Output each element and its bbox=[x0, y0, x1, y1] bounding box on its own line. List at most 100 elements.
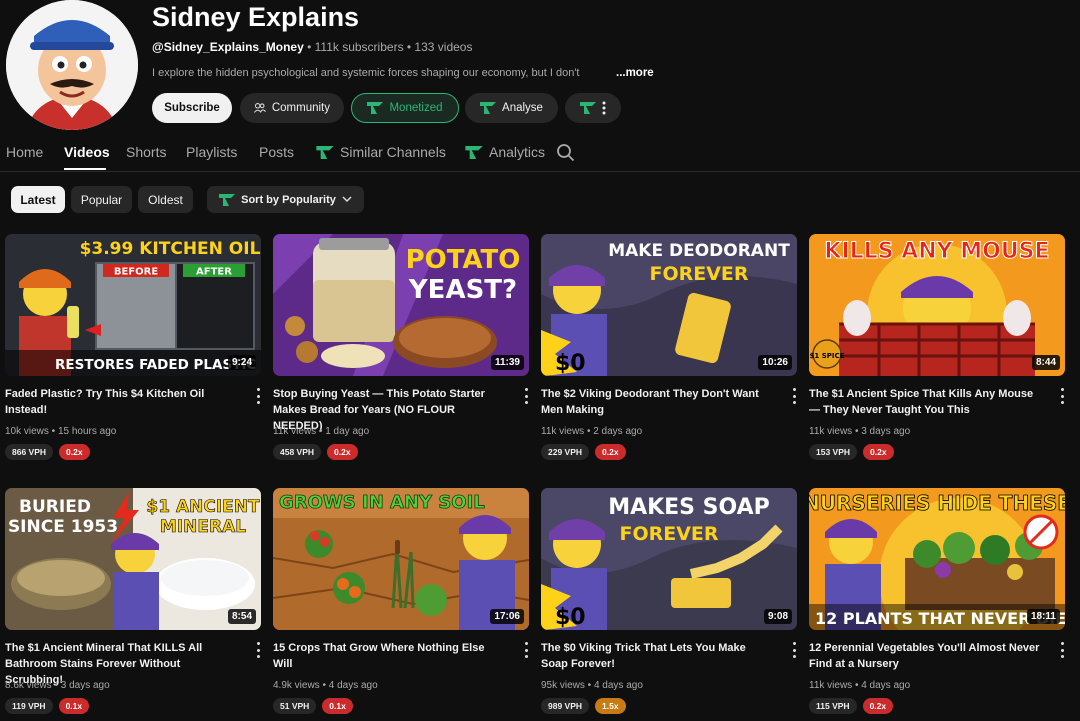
community-button[interactable]: Community bbox=[240, 93, 344, 123]
thumb-text: $0 bbox=[555, 351, 586, 376]
video-menu-button[interactable] bbox=[1057, 388, 1067, 404]
video-badges: 989 VPH 1.5x bbox=[541, 698, 626, 714]
analyse-button[interactable]: Analyse bbox=[465, 93, 558, 123]
tab-shorts[interactable]: Shorts bbox=[126, 144, 166, 160]
video-meta: 11k views • 2 days ago bbox=[541, 426, 643, 437]
video-title[interactable]: 12 Perennial Vegetables You'll Almost Ne… bbox=[809, 640, 1041, 672]
thumb-text: $1 SPICE bbox=[810, 352, 845, 360]
channel-stats: • 111k subscribers • 133 videos bbox=[303, 40, 473, 54]
video-thumbnail[interactable]: GROWS IN ANY SOIL 17:06 bbox=[273, 488, 529, 630]
video-card[interactable]: $1 SPICE KILLS ANY MOUSE 8:44 The $1 Anc… bbox=[809, 234, 1065, 460]
video-badges: 458 VPH 0.2x bbox=[273, 444, 358, 460]
video-menu-button[interactable] bbox=[521, 642, 531, 658]
video-menu-button[interactable] bbox=[789, 388, 799, 404]
channel-name: Sidney Explains bbox=[152, 2, 360, 32]
video-card[interactable]: $0 MAKES SOAP FOREVER 9:08 The $0 Viking… bbox=[541, 488, 797, 714]
extension-logo-icon bbox=[480, 102, 497, 114]
video-title[interactable]: 15 Crops That Grow Where Nothing Else Wi… bbox=[273, 640, 505, 672]
extension-logo-icon bbox=[316, 145, 334, 159]
search-icon bbox=[557, 144, 575, 162]
video-meta: 95k views • 4 days ago bbox=[541, 680, 643, 691]
vph-badge: 989 VPH bbox=[541, 698, 590, 714]
video-thumbnail[interactable]: $0 MAKES SOAP FOREVER 9:08 bbox=[541, 488, 797, 630]
video-duration: 8:44 bbox=[1031, 355, 1060, 370]
channel-avatar[interactable] bbox=[6, 0, 138, 130]
video-meta: 4.9k views • 4 days ago bbox=[273, 680, 378, 691]
video-thumbnail[interactable]: BEFORE AFTER $3.99 KITCHEN OIL RESTORES … bbox=[5, 234, 261, 376]
chip-popular[interactable]: Popular bbox=[71, 186, 132, 213]
video-card[interactable]: BEFORE AFTER $3.99 KITCHEN OIL RESTORES … bbox=[5, 234, 261, 460]
video-title[interactable]: The $2 Viking Deodorant They Don't Want … bbox=[541, 386, 773, 418]
thumb-text: BURIED bbox=[19, 497, 91, 517]
video-title[interactable]: Faded Plastic? Try This $4 Kitchen Oil I… bbox=[5, 386, 237, 418]
video-card[interactable]: BURIED SINCE 1953 $1 ANCIENT MINERAL 8:5… bbox=[5, 488, 261, 714]
video-title[interactable]: The $0 Viking Trick That Lets You Make S… bbox=[541, 640, 773, 672]
channel-description: I explore the hidden psychological and s… bbox=[152, 67, 580, 79]
ratio-badge: 0.1x bbox=[58, 698, 90, 714]
sort-by-popularity-button[interactable]: Sort by Popularity bbox=[207, 186, 364, 213]
video-menu-button[interactable] bbox=[253, 642, 263, 658]
video-menu-button[interactable] bbox=[253, 388, 263, 404]
tab-videos[interactable]: Videos bbox=[64, 144, 110, 160]
thumb-text: FOREVER bbox=[619, 523, 718, 545]
video-meta: 11k views • 3 days ago bbox=[809, 426, 911, 437]
extension-logo-icon bbox=[580, 102, 596, 114]
extension-logo-icon bbox=[367, 102, 384, 114]
video-thumbnail[interactable]: $0 MAKE DEODORANT FOREVER 10:26 bbox=[541, 234, 797, 376]
vph-badge: 119 VPH bbox=[5, 698, 53, 714]
monetized-badge[interactable]: Monetized bbox=[351, 93, 459, 123]
tab-home[interactable]: Home bbox=[6, 144, 43, 160]
tab-playlists[interactable]: Playlists bbox=[186, 144, 237, 160]
tab-analytics[interactable]: Analytics bbox=[465, 144, 545, 160]
vph-badge: 229 VPH bbox=[541, 444, 590, 460]
chip-latest[interactable]: Latest bbox=[11, 186, 65, 213]
thumb-text: YEAST? bbox=[408, 275, 517, 305]
video-duration: 18:11 bbox=[1026, 609, 1060, 624]
thumb-text: $3.99 KITCHEN OIL bbox=[80, 239, 261, 259]
thumb-text: MAKE DEODORANT bbox=[608, 241, 790, 261]
vph-badge: 153 VPH bbox=[809, 444, 858, 460]
tabs-divider bbox=[0, 171, 1080, 172]
video-badges: 115 VPH 0.2x bbox=[809, 698, 894, 714]
video-title[interactable]: The $1 Ancient Spice That Kills Any Mous… bbox=[809, 386, 1041, 418]
description-more-link[interactable]: ...more bbox=[616, 67, 654, 79]
thumb-text: FOREVER bbox=[649, 263, 748, 285]
thumb-text: SINCE 1953 bbox=[8, 517, 118, 537]
chip-oldest[interactable]: Oldest bbox=[138, 186, 193, 213]
video-meta: 11k views • 1 day ago bbox=[273, 426, 370, 437]
video-thumbnail[interactable]: POTATO YEAST? 11:39 bbox=[273, 234, 529, 376]
video-card[interactable]: NURSERIES HIDE THESE 12 PLANTS THAT NEVE… bbox=[809, 488, 1065, 714]
vph-badge: 115 VPH bbox=[809, 698, 857, 714]
ratio-badge: 0.2x bbox=[595, 444, 626, 460]
video-menu-button[interactable] bbox=[1057, 642, 1067, 658]
video-card[interactable]: $0 MAKE DEODORANT FOREVER 10:26 The $2 V… bbox=[541, 234, 797, 460]
video-thumbnail[interactable]: BURIED SINCE 1953 $1 ANCIENT MINERAL 8:5… bbox=[5, 488, 261, 630]
video-menu-button[interactable] bbox=[521, 388, 531, 404]
channel-meta: @Sidney_Explains_Money • 111k subscriber… bbox=[152, 40, 472, 54]
tab-posts[interactable]: Posts bbox=[259, 144, 294, 160]
ratio-badge: 0.1x bbox=[322, 698, 353, 714]
video-badges: 153 VPH 0.2x bbox=[809, 444, 894, 460]
channel-search-button[interactable] bbox=[556, 143, 575, 162]
channel-handle[interactable]: @Sidney_Explains_Money bbox=[152, 40, 304, 54]
extension-more-button[interactable] bbox=[565, 93, 621, 123]
video-badges: 51 VPH 0.1x bbox=[273, 698, 353, 714]
thumb-text: MINERAL bbox=[160, 517, 246, 537]
thumb-text: BEFORE bbox=[114, 267, 158, 278]
active-tab-indicator bbox=[64, 168, 106, 170]
video-card[interactable]: POTATO YEAST? 11:39 Stop Buying Yeast — … bbox=[273, 234, 529, 460]
thumb-text: KILLS ANY MOUSE bbox=[824, 239, 1049, 264]
extension-logo-icon bbox=[219, 193, 236, 206]
tab-similar-channels[interactable]: Similar Channels bbox=[316, 144, 446, 160]
video-thumbnail[interactable]: $1 SPICE KILLS ANY MOUSE 8:44 bbox=[809, 234, 1065, 376]
thumb-text: $0 bbox=[555, 605, 586, 630]
video-duration: 9:08 bbox=[763, 609, 792, 624]
video-meta: 11k views • 4 days ago bbox=[809, 680, 911, 691]
vph-badge: 51 VPH bbox=[273, 698, 317, 714]
subscribe-button[interactable]: Subscribe bbox=[152, 93, 232, 123]
video-thumbnail[interactable]: NURSERIES HIDE THESE 12 PLANTS THAT NEVE… bbox=[809, 488, 1065, 630]
video-card[interactable]: GROWS IN ANY SOIL 17:06 15 Crops That Gr… bbox=[273, 488, 529, 714]
thumb-text: GROWS IN ANY SOIL bbox=[279, 492, 485, 513]
video-menu-button[interactable] bbox=[789, 642, 799, 658]
ratio-badge: 0.2x bbox=[863, 444, 894, 460]
